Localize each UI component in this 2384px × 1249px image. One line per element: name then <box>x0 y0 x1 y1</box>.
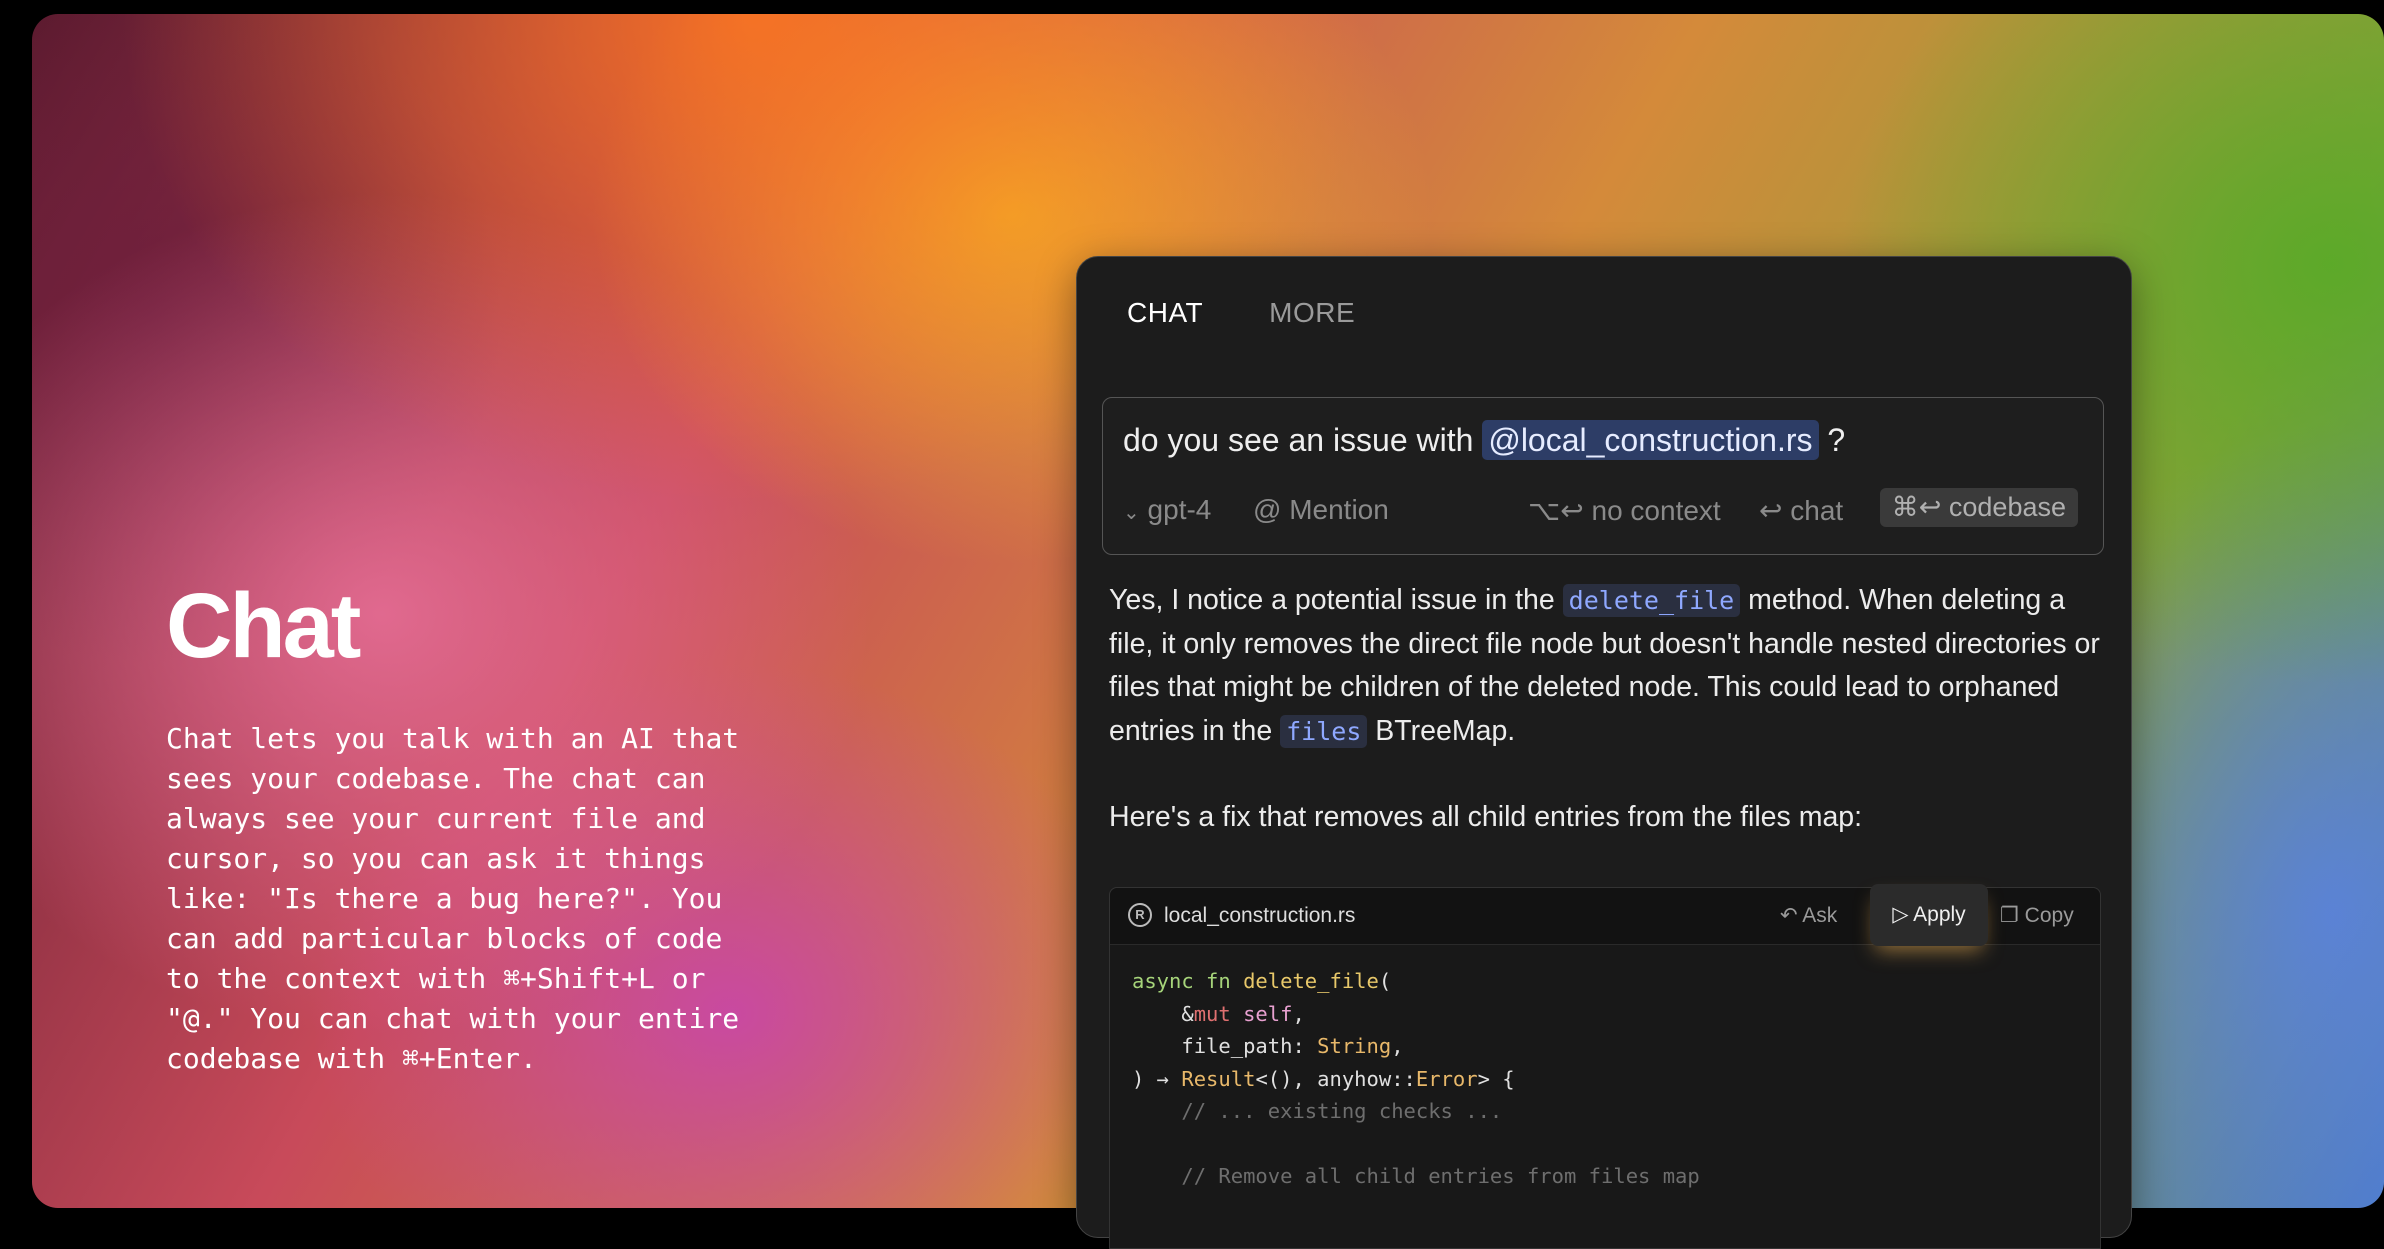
code-type: String <box>1317 1034 1392 1058</box>
code-comment: // ... existing checks ... <box>1181 1099 1503 1123</box>
ai-response: Yes, I notice a potential issue in the d… <box>1109 579 2109 753</box>
code-text: , <box>1292 1001 1305 1026</box>
play-icon: ▷ <box>1892 903 1909 926</box>
chat-submit-button[interactable]: ↩ chat <box>1759 494 1843 527</box>
mention-button[interactable]: @ Mention <box>1253 494 1389 526</box>
code-keyword: async fn <box>1132 969 1231 993</box>
code-text: & <box>1181 1001 1194 1026</box>
tab-chat[interactable]: CHAT <box>1127 297 1203 329</box>
inline-code: delete_file <box>1562 584 1741 617</box>
query-text: do you see an issue with <box>1123 422 1474 458</box>
fix-intro-text: Here's a fix that removes all child entr… <box>1109 801 1863 833</box>
input-controls: ⌄ gpt-4 @ Mention ⌥↩ no context ↩ chat ⌘… <box>1123 488 2083 530</box>
rust-file-icon: R <box>1128 903 1152 927</box>
feature-description: Chat lets you talk with an AI that sees … <box>166 722 740 1075</box>
chat-input-box[interactable]: do you see an issue with @local_construc… <box>1102 397 2104 555</box>
code-type: Error <box>1415 1066 1478 1091</box>
copy-button[interactable]: ❐ Copy <box>2000 903 2074 928</box>
code-text: <(), anyhow:: <box>1255 1066 1416 1091</box>
code-filename: local_construction.rs <box>1164 904 1356 927</box>
chevron-down-icon: ⌄ <box>1123 502 1140 524</box>
chat-query[interactable]: do you see an issue with @local_construc… <box>1123 420 1846 460</box>
response-paragraph: Yes, I notice a potential issue in the d… <box>1109 579 2109 753</box>
copy-icon: ❐ <box>2000 904 2019 927</box>
apply-label: Apply <box>1913 903 1966 926</box>
code-content: async fn delete_file( &mut self, file_pa… <box>1110 945 2100 1213</box>
code-type: Result <box>1181 1066 1256 1091</box>
tab-more[interactable]: MORE <box>1269 297 1355 329</box>
panel-tabs: CHAT MORE <box>1127 297 1355 329</box>
response-text: Yes, I notice a potential issue in the <box>1109 584 1555 616</box>
inline-code: files <box>1280 714 1368 748</box>
apply-button[interactable]: ▷ Apply <box>1870 884 1988 946</box>
reply-arrow-icon: ↶ <box>1780 904 1798 927</box>
query-suffix: ? <box>1827 422 1846 458</box>
code-function: delete_file <box>1243 969 1379 993</box>
model-label: gpt-4 <box>1147 494 1212 525</box>
code-text: file_path: <box>1181 1034 1318 1058</box>
chat-panel: CHAT MORE do you see an issue with @loca… <box>1076 256 2132 1249</box>
page-title: Chat <box>166 575 361 677</box>
code-block: R local_construction.rs ↶ Ask ▷ Apply ❐ … <box>1109 884 2101 1249</box>
code-text: ) → <box>1132 1066 1182 1091</box>
code-block-header: R local_construction.rs ↶ Ask ▷ Apply ❐ … <box>1110 884 2100 946</box>
ask-button[interactable]: ↶ Ask <box>1780 903 1837 928</box>
mention-chip[interactable]: @local_construction.rs <box>1482 420 1819 460</box>
code-comment: // Remove all child entries from files m… <box>1181 1164 1700 1188</box>
code-text: ( <box>1378 969 1392 993</box>
response-text: BTreeMap. <box>1375 714 1516 747</box>
code-text: > { <box>1477 1066 1515 1091</box>
copy-label: Copy <box>2024 904 2074 927</box>
code-self: self <box>1243 1001 1293 1026</box>
model-selector[interactable]: ⌄ gpt-4 <box>1123 494 1211 526</box>
no-context-button[interactable]: ⌥↩ no context <box>1528 494 1721 527</box>
ask-label: Ask <box>1802 904 1838 927</box>
codebase-button[interactable]: ⌘↩ codebase <box>1879 488 2078 527</box>
code-keyword: mut <box>1193 1001 1231 1026</box>
code-text: , <box>1391 1034 1404 1058</box>
